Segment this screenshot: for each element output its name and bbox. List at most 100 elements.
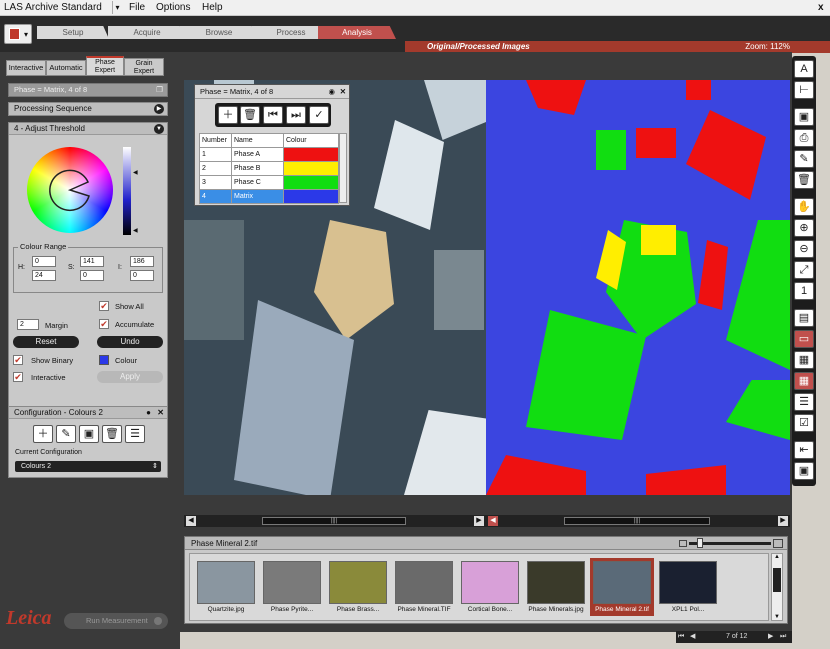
tree-icon[interactable]: ⊢ <box>794 81 814 99</box>
gallery-thumbnail[interactable]: Phase Brass... <box>326 558 390 616</box>
large-thumbs-icon[interactable] <box>773 539 783 548</box>
s-min-input[interactable]: 141 <box>80 256 104 267</box>
undo-button[interactable]: Undo <box>97 336 163 348</box>
edit-config-icon[interactable]: ✎ <box>56 425 76 443</box>
gallery-thumbnail[interactable]: Cortical Bone... <box>458 558 522 616</box>
scroll-down-icon[interactable]: ▼ <box>774 614 780 620</box>
small-thumbs-icon[interactable] <box>679 540 687 547</box>
edit-icon[interactable]: ✎ <box>794 150 814 168</box>
colour-wheel[interactable] <box>27 147 113 233</box>
run-measurement-button[interactable]: Run Measurement <box>64 613 168 629</box>
table-row[interactable]: 3 Phase C <box>199 175 339 190</box>
menu-file[interactable]: File <box>129 2 145 13</box>
delete-config-icon[interactable]: 🗑 <box>102 425 122 443</box>
print-icon[interactable]: ⎙ <box>794 129 814 147</box>
show-all-checkbox[interactable]: ✔ <box>99 301 109 311</box>
app-dropdown-icon[interactable]: ▾ <box>112 1 122 14</box>
reset-button[interactable]: Reset <box>13 336 79 348</box>
processed-image[interactable] <box>486 80 790 495</box>
save-config-icon[interactable]: ▣ <box>79 425 99 443</box>
gallery-thumbnail[interactable]: Quartzite.jpg <box>194 558 258 616</box>
copy-icon[interactable]: ❐ <box>156 84 163 96</box>
pin-icon[interactable]: ◉ <box>328 85 335 99</box>
gallery-scrollbar[interactable]: ▲ ▼ <box>771 553 783 621</box>
save-image-icon[interactable]: ▣ <box>794 108 814 126</box>
new-config-icon[interactable]: ＋ <box>33 425 53 443</box>
thumbnail-view-icon[interactable]: ▦ <box>794 372 814 390</box>
gallery-thumbnail[interactable]: Phase Mineral 2.tif <box>590 558 654 616</box>
tab-grain-expert[interactable]: Grain Expert <box>124 58 164 76</box>
tab-automatic[interactable]: Automatic <box>46 60 86 76</box>
tab-acquire[interactable]: Acquire <box>108 26 186 39</box>
row-colour-swatch[interactable] <box>283 189 339 204</box>
add-phase-icon[interactable]: ＋ <box>218 106 238 124</box>
scroll-thumb[interactable] <box>773 568 781 592</box>
close-icon[interactable]: ✕ <box>340 85 346 99</box>
scroll-up-icon[interactable]: ▲ <box>772 554 782 560</box>
grid-view-icon[interactable]: ▦ <box>794 351 814 369</box>
gallery-thumbnail[interactable]: Phase Pyrite... <box>260 558 324 616</box>
collapse-icon[interactable]: ▼ <box>154 124 164 134</box>
apply-button[interactable]: Apply <box>97 371 163 383</box>
interactive-checkbox[interactable]: ✔ <box>13 372 23 382</box>
gallery-thumbnail[interactable]: XPL1 Pol... <box>656 558 720 616</box>
gallery-thumbnail[interactable]: Phase Minerals.jpg <box>524 558 588 616</box>
zoom-out-icon[interactable]: ⊖ <box>794 240 814 258</box>
row-colour-swatch[interactable] <box>283 147 339 162</box>
popup-scrollbar[interactable] <box>339 133 347 203</box>
list-config-icon[interactable]: ☰ <box>125 425 145 443</box>
report-icon[interactable]: ☰ <box>794 393 814 411</box>
export-icon[interactable]: ▣ <box>794 462 814 480</box>
workflow-menu-button[interactable]: ▾ <box>4 24 32 44</box>
config-select[interactable]: Colours 2 <box>15 461 161 472</box>
last-page-icon[interactable]: ⏭ <box>780 631 786 643</box>
scroll-thumb[interactable]: |||| <box>262 517 406 525</box>
previous-phase-icon[interactable]: ⏮ <box>263 106 283 124</box>
split-view-icon[interactable]: ▭ <box>794 330 814 348</box>
menu-options[interactable]: Options <box>156 2 190 13</box>
close-icon[interactable]: ✕ <box>157 407 164 419</box>
i-max-input[interactable]: 0 <box>130 270 154 281</box>
i-min-input[interactable]: 186 <box>130 256 154 267</box>
first-page-icon[interactable]: ⏮ <box>678 631 684 643</box>
intensity-slider[interactable] <box>123 147 131 235</box>
colour-swatch[interactable] <box>99 355 109 365</box>
pin-icon[interactable]: ● <box>146 407 151 419</box>
tab-browse[interactable]: Browse <box>180 26 258 39</box>
h-min-input[interactable]: 0 <box>32 256 56 267</box>
menu-help[interactable]: Help <box>202 2 223 13</box>
original-scrollbar[interactable]: ◀ |||| ▶ <box>184 515 486 527</box>
slider-handle[interactable] <box>697 538 703 548</box>
accumulate-checkbox[interactable]: ✔ <box>99 319 109 329</box>
pan-icon[interactable]: ✋ <box>794 198 814 216</box>
checklist-icon[interactable]: ☑ <box>794 414 814 432</box>
play-icon[interactable]: ▶ <box>154 104 164 114</box>
scroll-left-icon[interactable]: ◀ <box>488 516 498 526</box>
zoom-in-icon[interactable]: ⊕ <box>794 219 814 237</box>
next-phase-icon[interactable]: ⏭ <box>286 106 306 124</box>
table-row[interactable]: 1 Phase A <box>199 147 339 162</box>
tab-setup[interactable]: Setup <box>37 26 109 39</box>
s-max-input[interactable]: 0 <box>80 270 104 281</box>
tab-analysis[interactable]: Analysis <box>318 26 396 39</box>
margin-input[interactable]: 2 <box>17 319 39 330</box>
processed-scrollbar[interactable]: ◀ |||| ▶ <box>486 515 790 527</box>
next-page-icon[interactable]: ▶ <box>768 631 773 643</box>
table-row[interactable]: 2 Phase B <box>199 161 339 176</box>
close-icon[interactable]: x <box>818 2 824 13</box>
scroll-right-icon[interactable]: ▶ <box>778 516 788 526</box>
scroll-left-icon[interactable]: ◀ <box>186 516 196 526</box>
import-icon[interactable]: ⇤ <box>794 441 814 459</box>
processing-sequence[interactable]: Processing Sequence ▶ <box>8 102 168 116</box>
fit-to-window-icon[interactable]: ⤢ <box>794 261 814 279</box>
delete-phase-icon[interactable]: 🗑 <box>240 106 260 124</box>
row-colour-swatch[interactable] <box>283 161 339 176</box>
previous-page-icon[interactable]: ◀ <box>690 631 695 643</box>
single-view-icon[interactable]: ▤ <box>794 309 814 327</box>
table-row-selected[interactable]: 4 Matrix <box>199 189 339 204</box>
slider-bottom-marker-icon[interactable]: ◀ <box>133 227 138 234</box>
show-binary-checkbox[interactable]: ✔ <box>13 355 23 365</box>
gallery-thumbnail[interactable]: Phase Mineral.TIF <box>392 558 456 616</box>
scroll-thumb[interactable]: |||| <box>564 517 710 525</box>
slider-top-marker-icon[interactable]: ◀ <box>133 169 138 176</box>
